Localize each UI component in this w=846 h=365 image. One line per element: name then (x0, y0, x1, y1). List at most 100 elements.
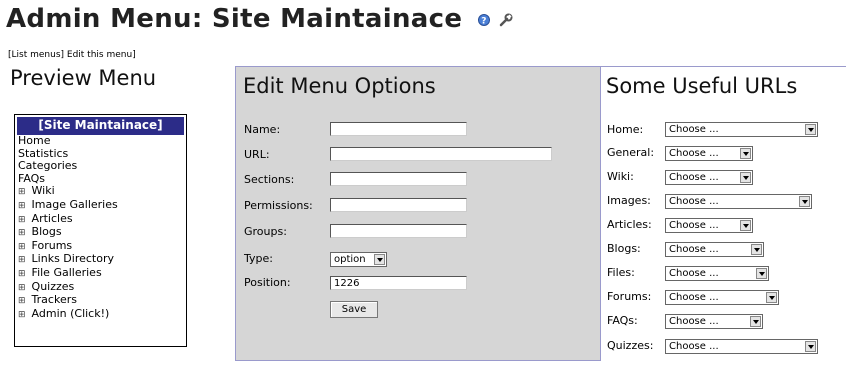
articles-url-select-value: Choose ... (669, 220, 719, 231)
wiki-url-select[interactable]: Choose ... (665, 170, 753, 185)
chevron-down-icon (374, 254, 385, 265)
files-url-select-value: Choose ... (669, 268, 719, 279)
forums-url-label: Forums: (607, 290, 652, 303)
chevron-down-icon (740, 220, 751, 231)
blogs-url-select[interactable]: Choose ... (665, 242, 764, 257)
edit-panel (235, 66, 601, 361)
sections-input[interactable] (330, 172, 467, 186)
chevron-down-icon (740, 172, 751, 183)
top-links: [List menus] Edit this menu] (8, 50, 136, 60)
chevron-down-icon (805, 341, 816, 352)
expand-icon[interactable]: ⊞ (18, 255, 26, 265)
preview-menu-item-label: Articles (31, 211, 73, 225)
preview-menu-item-label: Statistics (18, 146, 69, 160)
blogs-url-select-value: Choose ... (669, 244, 719, 255)
preview-menu-item-label: File Galleries (31, 265, 102, 279)
save-button[interactable]: Save (330, 301, 378, 318)
expand-icon[interactable]: ⊞ (18, 310, 26, 320)
chevron-down-icon (805, 124, 816, 135)
preview-menu-item[interactable]: ⊞ Articles (15, 211, 186, 227)
urls-heading: Some Useful URLs (606, 74, 798, 98)
preview-menu-item[interactable]: ⊞ Admin (Click!) (15, 306, 186, 322)
preview-menu-item-label: Forums (31, 238, 73, 252)
preview-menu-title[interactable]: [Site Maintainace] (17, 117, 184, 135)
faqs-url-select-value: Choose ... (669, 316, 719, 327)
expand-icon[interactable]: ⊞ (18, 242, 26, 252)
images-url-select[interactable]: Choose ... (665, 194, 812, 209)
faqs-url-label: FAQs: (607, 314, 638, 327)
preview-menu-item-label: Admin (Click!) (31, 306, 110, 320)
groups-label: Groups: (244, 225, 287, 238)
wrench-icon[interactable] (499, 5, 513, 35)
quizzes-url-label: Quizzes: (607, 339, 654, 352)
forums-url-select-value: Choose ... (669, 292, 719, 303)
articles-url-label: Articles: (607, 218, 652, 231)
list-menus-link[interactable]: List menus (12, 50, 61, 60)
type-label: Type: (244, 252, 273, 265)
preview-heading: Preview Menu (10, 66, 157, 90)
preview-menu-item[interactable]: ⊞ Image Galleries (15, 197, 186, 213)
home-url-select[interactable]: Choose ... (665, 122, 818, 137)
svg-text:?: ? (481, 17, 487, 27)
general-url-label: General: (607, 146, 655, 159)
permissions-input[interactable] (330, 198, 467, 212)
quizzes-url-select[interactable]: Choose ... (665, 339, 818, 354)
preview-menu-item-label: Trackers (31, 293, 77, 307)
groups-input[interactable] (330, 224, 467, 238)
general-url-select-value: Choose ... (669, 148, 719, 159)
type-select[interactable]: option (330, 252, 387, 267)
preview-menu-item[interactable]: ⊞ Forums (15, 238, 186, 254)
expand-icon[interactable]: ⊞ (18, 228, 26, 238)
preview-menu-item[interactable]: ⊞ Wiki (15, 185, 186, 199)
preview-menu-item[interactable]: ⊞ Trackers (15, 293, 186, 308)
page-title-text: Admin Menu: Site Maintainace (6, 4, 463, 34)
expand-icon[interactable]: ⊞ (18, 296, 26, 306)
images-url-select-value: Choose ... (669, 196, 719, 207)
images-url-label: Images: (607, 194, 651, 207)
home-url-select-value: Choose ... (669, 124, 719, 135)
expand-icon[interactable]: ⊞ (18, 283, 26, 293)
name-input[interactable] (330, 122, 467, 136)
page-title: Admin Menu: Site Maintainace ? (6, 4, 513, 35)
preview-menu-item[interactable]: ⊞ Blogs (15, 225, 186, 240)
blogs-url-label: Blogs: (607, 242, 641, 255)
name-label: Name: (244, 123, 281, 136)
expand-icon[interactable]: ⊞ (18, 215, 26, 225)
expand-icon[interactable]: ⊞ (18, 187, 26, 197)
wiki-url-select-value: Choose ... (669, 172, 719, 183)
home-url-label: Home: (607, 123, 644, 136)
wiki-url-label: Wiki: (607, 170, 634, 183)
faqs-url-select[interactable]: Choose ... (665, 314, 763, 329)
preview-menu: [Site Maintainace] Home Statistics Categor… (14, 114, 187, 347)
edit-this-menu-link[interactable]: Edit this menu (67, 50, 132, 60)
preview-menu-item[interactable]: ⊞ File Galleries (15, 265, 186, 281)
chevron-down-icon (756, 268, 767, 279)
chevron-down-icon (799, 196, 810, 207)
forums-url-select[interactable]: Choose ... (665, 290, 779, 305)
preview-menu-item[interactable]: ⊞ Quizzes (15, 279, 186, 295)
chevron-down-icon (740, 148, 751, 159)
files-url-label: Files: (607, 266, 635, 279)
position-input[interactable] (330, 276, 467, 290)
position-label: Position: (244, 276, 291, 289)
articles-url-select[interactable]: Choose ... (665, 218, 753, 233)
general-url-select[interactable]: Choose ... (665, 146, 753, 161)
preview-menu-item-label: Blogs (31, 225, 62, 239)
preview-menu-item-label: FAQs (18, 171, 46, 185)
preview-menu-item-label: Image Galleries (31, 197, 118, 211)
type-select-value: option (334, 254, 366, 265)
sections-label: Sections: (244, 173, 295, 186)
expand-icon[interactable]: ⊞ (18, 201, 26, 211)
permissions-label: Permissions: (244, 199, 313, 212)
preview-menu-item-label: Quizzes (31, 279, 75, 293)
preview-menu-item-label: Wiki (31, 184, 55, 198)
preview-menu-item[interactable]: ⊞ Links Directory (15, 253, 186, 267)
help-icon[interactable]: ? (477, 5, 499, 35)
url-input[interactable] (330, 147, 552, 161)
url-label: URL: (244, 148, 270, 161)
edit-heading: Edit Menu Options (243, 74, 436, 98)
expand-icon[interactable]: ⊞ (18, 269, 26, 279)
preview-menu-item-label: Categories (18, 159, 78, 173)
files-url-select[interactable]: Choose ... (665, 266, 769, 281)
preview-menu-item-label: Home (18, 134, 51, 147)
